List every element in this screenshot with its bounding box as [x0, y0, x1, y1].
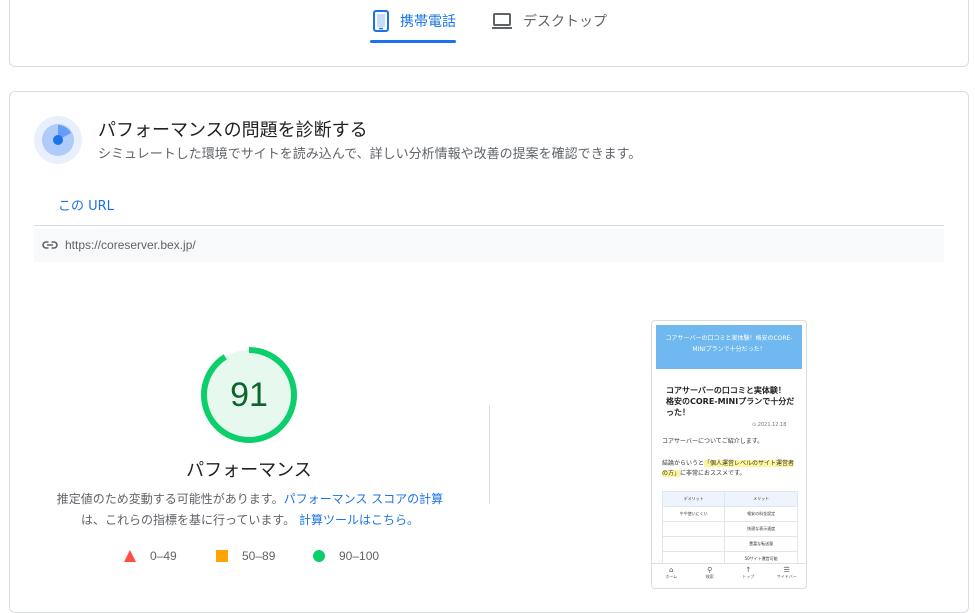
legend-pass: 90–100 [313, 549, 379, 563]
preview-article-title: コアサーバーの口コミと実体験！ 格安のCORE-MINIプランで十分だ った！ [666, 385, 796, 418]
legend-pass-range: 90–100 [339, 549, 380, 563]
preview-bottom-nav: ⌂ ホーム ⚲ 検索 ↑ トップ ☰ サイドバー [652, 563, 806, 584]
legend-average: 50–89 [216, 549, 275, 563]
legend-average-range: 50–89 [242, 549, 276, 563]
home-icon: ⌂ [669, 566, 674, 574]
preview-title-line2: 格安のCORE-MINIプランで十分だ [666, 397, 795, 406]
green-circle-icon [313, 550, 325, 562]
tab-mobile[interactable]: 携帯電話 [372, 0, 456, 42]
section-divider [489, 405, 490, 503]
preview-table-cell: 豊富な転送量 [724, 536, 798, 552]
legend-fail-range: 0–49 [150, 549, 177, 563]
laptop-icon [492, 13, 512, 29]
calculator-link[interactable]: 計算ツールはこちら。 [299, 513, 419, 527]
preview-title-line3: った！ [666, 408, 690, 417]
preview-nav-home: ⌂ ホーム [652, 564, 691, 584]
url-tab-divider [34, 225, 944, 226]
performance-score: 91 [230, 376, 268, 414]
score-calculation-link[interactable]: パフォーマンス スコアの計算 [284, 492, 444, 506]
tab-desktop[interactable]: デスクトップ [491, 0, 607, 42]
preview-nav-label: ホーム [665, 574, 678, 579]
preview-header: コアサーバーの口コミと実体験！格安のCORE- MINIプランで十分だった！ [656, 325, 802, 369]
preview-title-line1: コアサーバーの口コミと実体験！ [666, 386, 786, 395]
performance-label: パフォーマンス [186, 460, 312, 481]
url-bar: https://coreserver.bex.jp/ [34, 229, 944, 262]
top-card [9, 0, 969, 67]
arrow-up-icon: ↑ [745, 566, 752, 574]
preview-table-cell [661, 536, 726, 552]
preview-nav-sidebar: ☰ サイドバー [768, 564, 807, 584]
preview-nav-search: ⚲ 検索 [691, 564, 730, 584]
orange-square-icon [216, 550, 228, 562]
preview-header-line2: MINIプランで十分だった！ [692, 346, 766, 353]
compass-icon [34, 116, 82, 164]
link-icon [42, 241, 58, 249]
diagnose-card [9, 91, 969, 613]
device-tabs: 携帯電話 デスクトップ [0, 0, 975, 67]
score-note-text1: 推定値のため変動する可能性があります。 [56, 492, 284, 506]
diagnose-title: パフォーマンスの問題を診断する [98, 120, 368, 141]
score-note-line2: は、これらの指標を基に行っています。 計算ツールはこちら。 [20, 511, 480, 528]
preview-nav-label: サイドバー [776, 574, 797, 579]
menu-icon: ☰ [783, 566, 790, 574]
preview-table-cell [661, 521, 726, 537]
preview-nav-label: 検索 [705, 574, 714, 579]
smartphone-icon [373, 10, 389, 32]
tab-active-indicator [370, 40, 456, 43]
red-triangle-icon [124, 550, 136, 562]
tab-desktop-label: デスクトップ [523, 14, 607, 30]
preview-nav-label: トップ [742, 574, 755, 579]
preview-table-header: デメリット [661, 491, 726, 507]
legend-fail: 0–49 [124, 549, 177, 563]
preview-table-cell: 快適な表示速度 [724, 521, 798, 537]
preview-p2-before: 結論からいうと [662, 460, 705, 467]
preview-nav-top: ↑ トップ [729, 564, 768, 584]
preview-paragraph2: 結論からいうと「個人運営レベルのサイト運営者の方」に非常におススメです。 [662, 459, 798, 479]
score-note-text2: は、これらの指標を基に行っています。 [80, 513, 296, 527]
preview-table-cell: 格安の料金設定 [724, 506, 798, 522]
preview-paragraph1: コアサーバーについてご紹介します。 [662, 438, 764, 445]
preview-table-cell: やや使いにくい [661, 506, 726, 522]
tab-mobile-label: 携帯電話 [400, 14, 456, 30]
preview-header-line1: コアサーバーの口コミと実体験！格安のCORE- [665, 335, 793, 342]
search-icon: ⚲ [707, 566, 713, 574]
preview-table-header: メリット [724, 491, 798, 507]
page-screenshot-preview: コアサーバーの口コミと実体験！格安のCORE- MINIプランで十分だった！ コ… [651, 320, 807, 589]
url-text: https://coreserver.bex.jp/ [65, 238, 196, 252]
score-note-line1: 推定値のため変動する可能性があります。パフォーマンス スコアの計算 [20, 490, 480, 507]
diagnose-subtitle: シミュレートした環境でサイトを読み込んで、詳しい分析情報や改善の提案を確認できま… [98, 147, 642, 162]
preview-date: ⊙ 2021.12.18 [752, 422, 787, 428]
preview-p2-after: に非常におススメです。 [680, 470, 746, 477]
tab-this-url[interactable]: この URL [58, 195, 114, 214]
